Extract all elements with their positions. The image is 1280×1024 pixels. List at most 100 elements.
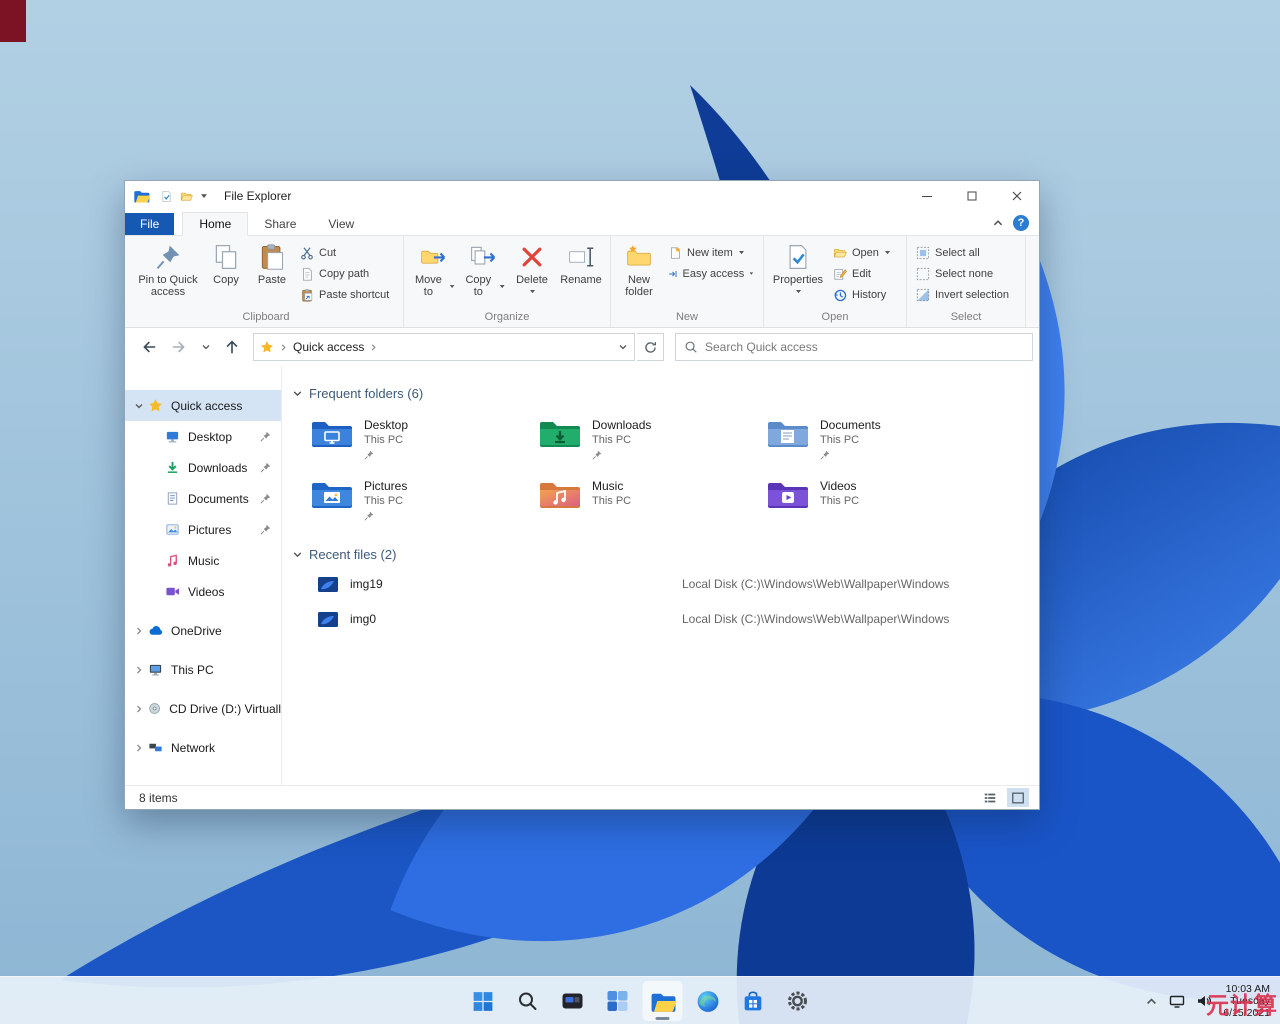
pin-to-quick-access-button[interactable]: Pin to Quick access: [134, 240, 202, 300]
section-collapse-icon[interactable]: [292, 388, 303, 399]
search-input[interactable]: [705, 340, 1024, 354]
cut-button[interactable]: Cut: [296, 243, 398, 262]
store-button[interactable]: [733, 981, 773, 1021]
sidebar-item-downloads[interactable]: Downloads: [125, 452, 281, 483]
forward-button[interactable]: [165, 333, 195, 361]
copy-path-button[interactable]: Copy path: [296, 264, 398, 283]
task-view-icon: [561, 989, 585, 1013]
chevron-down-icon[interactable]: [134, 401, 144, 411]
breadcrumb-chevron-icon[interactable]: [369, 343, 378, 352]
address-dropdown-icon[interactable]: [618, 342, 628, 352]
sidebar-item-onedrive[interactable]: OneDrive: [125, 615, 281, 646]
help-button[interactable]: ?: [1013, 215, 1029, 231]
recent-file-row-img19[interactable]: img19 Local Disk (C:)\Windows\Web\Wallpa…: [318, 571, 1039, 597]
widgets-button[interactable]: [598, 981, 638, 1021]
move-to-button[interactable]: Move to: [409, 240, 457, 300]
folder-tile-downloads[interactable]: Downloads This PC: [538, 417, 766, 460]
network-icon[interactable]: [1169, 993, 1185, 1009]
microsoft-store-icon: [740, 989, 765, 1014]
dropdown-caret-icon: [738, 250, 745, 255]
window-controls: [904, 181, 1039, 211]
qat-new-folder-button[interactable]: [180, 190, 193, 203]
sidebar-item-quick-access[interactable]: Quick access: [125, 390, 281, 421]
section-collapse-icon[interactable]: [292, 549, 303, 560]
address-bar[interactable]: Quick access: [253, 333, 635, 361]
qat-customize-dropdown-icon[interactable]: [200, 193, 208, 199]
chevron-right-icon[interactable]: [134, 665, 144, 675]
music-folder-icon: [538, 478, 582, 512]
refresh-button[interactable]: [637, 333, 664, 361]
invert-selection-icon: [916, 288, 930, 302]
paste-button[interactable]: Paste: [250, 240, 294, 288]
folder-tile-pictures[interactable]: Pictures This PC: [310, 478, 538, 521]
chevron-right-icon[interactable]: [134, 704, 144, 714]
large-icons-view-button[interactable]: [1007, 788, 1029, 807]
tab-share[interactable]: Share: [248, 213, 312, 235]
minimize-button[interactable]: [904, 181, 949, 211]
rename-icon: [567, 243, 595, 271]
properties-button[interactable]: Properties: [769, 240, 827, 296]
start-button[interactable]: [463, 981, 503, 1021]
settings-button[interactable]: [778, 981, 818, 1021]
hidden-icons-chevron-icon[interactable]: [1145, 995, 1158, 1008]
chevron-down-icon: [201, 342, 211, 352]
search-box[interactable]: [675, 333, 1033, 361]
pin-icon: [820, 450, 830, 460]
rename-button[interactable]: Rename: [557, 240, 605, 288]
invert-selection-button[interactable]: Invert selection: [912, 285, 1020, 304]
breadcrumb-chevron-icon[interactable]: [279, 343, 288, 352]
sidebar-item-cd-drive[interactable]: CD Drive (D:) Virtuall: [125, 693, 281, 724]
details-view-button[interactable]: [979, 788, 1001, 807]
select-all-button[interactable]: Select all: [912, 243, 1020, 262]
folder-tile-documents[interactable]: Documents This PC: [766, 417, 994, 460]
taskbar-file-explorer-button[interactable]: [642, 981, 683, 1021]
sidebar-item-desktop[interactable]: Desktop: [125, 421, 281, 452]
maximize-button[interactable]: [949, 181, 994, 211]
folder-tile-videos[interactable]: Videos This PC: [766, 478, 994, 521]
dropdown-caret-icon: [884, 250, 891, 255]
frequent-folders-header[interactable]: Frequent folders (6): [292, 386, 1039, 401]
titlebar[interactable]: File Explorer: [125, 181, 1039, 211]
delete-button[interactable]: Delete: [509, 240, 555, 296]
close-button[interactable]: [994, 181, 1039, 211]
task-view-button[interactable]: [553, 981, 593, 1021]
chevron-right-icon[interactable]: [134, 743, 144, 753]
tab-file[interactable]: File: [125, 213, 175, 235]
sidebar-item-this-pc[interactable]: This PC: [125, 654, 281, 685]
breadcrumb[interactable]: Quick access: [293, 340, 364, 354]
history-button[interactable]: History: [829, 285, 901, 304]
folder-tile-music[interactable]: Music This PC: [538, 478, 766, 521]
recent-files-header[interactable]: Recent files (2): [292, 547, 1039, 562]
edge-button[interactable]: [688, 981, 728, 1021]
copy-button[interactable]: Copy: [204, 240, 248, 288]
back-button[interactable]: [133, 333, 163, 361]
up-button[interactable]: [217, 333, 247, 361]
ribbon-group-organize: Move to Copy to Delete Rename Organize: [404, 236, 611, 327]
watermark: 元计算: [1206, 992, 1278, 1018]
tab-home[interactable]: Home: [182, 212, 249, 236]
select-none-button[interactable]: Select none: [912, 264, 1020, 283]
easy-access-button[interactable]: Easy access: [664, 264, 758, 283]
sidebar-item-network[interactable]: Network: [125, 732, 281, 763]
new-folder-button[interactable]: New folder: [616, 240, 662, 300]
collapse-ribbon-icon[interactable]: [992, 217, 1004, 229]
documents-folder-icon: [766, 417, 810, 451]
sidebar-item-music[interactable]: Music: [125, 545, 281, 576]
folder-tile-desktop[interactable]: Desktop This PC: [310, 417, 538, 460]
sidebar-item-videos[interactable]: Videos: [125, 576, 281, 607]
recent-locations-dropdown[interactable]: [197, 333, 215, 361]
paste-shortcut-button[interactable]: Paste shortcut: [296, 285, 398, 304]
sidebar-item-documents[interactable]: Documents: [125, 483, 281, 514]
recent-file-row-img0[interactable]: img0 Local Disk (C:)\Windows\Web\Wallpap…: [318, 606, 1039, 632]
edit-button[interactable]: Edit: [829, 264, 901, 283]
sidebar-item-pictures[interactable]: Pictures: [125, 514, 281, 545]
taskbar-search-button[interactable]: [508, 981, 548, 1021]
open-button[interactable]: Open: [829, 243, 901, 262]
pictures-folder-icon: [310, 478, 354, 512]
copy-to-button[interactable]: Copy to: [459, 240, 507, 300]
widgets-icon: [606, 989, 630, 1013]
chevron-right-icon[interactable]: [134, 626, 144, 636]
new-item-button[interactable]: New item: [664, 243, 758, 262]
tab-view[interactable]: View: [312, 213, 370, 235]
qat-properties-button[interactable]: [160, 190, 173, 203]
